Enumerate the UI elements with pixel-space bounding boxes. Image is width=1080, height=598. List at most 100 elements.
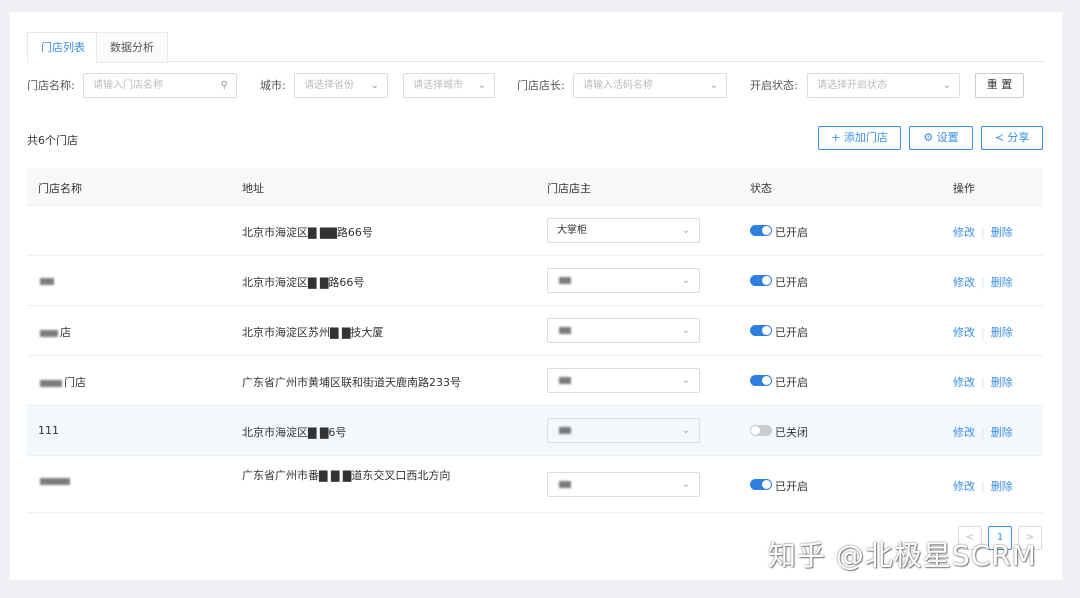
row-actions: 修改 | 删除 [953, 324, 1013, 340]
store-name: 店 [38, 324, 71, 340]
status-toggle[interactable] [750, 375, 772, 386]
owner-select[interactable]: ⌄ [547, 418, 700, 443]
settings-button[interactable]: ⚙ 设置 [909, 126, 973, 150]
owner-select[interactable]: ⌄ [547, 368, 700, 393]
store-name-input[interactable]: 请输入门店名称 ⚲ [83, 73, 237, 98]
divider: | [981, 226, 985, 239]
watermark: 知乎 @北极星SCRM [768, 539, 1037, 572]
tab-bar: 门店列表 数据分析 [27, 32, 1044, 63]
status-toggle[interactable] [750, 275, 772, 286]
col-name: 门店名称 [38, 182, 82, 195]
label: 设置 [936, 131, 959, 144]
status-toggle[interactable] [750, 479, 772, 490]
manager-label: 门店店长: [517, 79, 565, 92]
row-actions: 修改 | 删除 [953, 274, 1013, 290]
store-name: 门店 [38, 374, 86, 390]
chevron-down-icon: ⌄ [370, 80, 379, 91]
chevron-down-icon: ⌄ [942, 80, 951, 91]
delete-link[interactable]: 删除 [991, 276, 1013, 289]
owner-select[interactable]: 大掌柜 ⌄ [547, 218, 700, 243]
city-label: 城市: [260, 79, 286, 92]
chevron-down-icon: ⌄ [681, 275, 690, 286]
delete-link[interactable]: 删除 [991, 326, 1013, 339]
owner-select[interactable]: ⌄ [547, 268, 700, 293]
table-row: 北京市海淀区▇ ▇▇路66号 大掌柜 ⌄ 已开启 修改 | 删除 [27, 206, 1043, 256]
gear-icon: ⚙ [923, 131, 937, 144]
delete-link[interactable]: 删除 [991, 226, 1013, 239]
store-address: 北京市海淀区▇ ▇6号 [242, 426, 347, 439]
divider: | [981, 276, 985, 289]
edit-link[interactable]: 修改 [953, 376, 975, 389]
table-header: 门店名称 地址 门店店主 状态 操作 [27, 168, 1043, 206]
delete-link[interactable]: 删除 [991, 426, 1013, 439]
status-select[interactable]: 请选择开启状态 ⌄ [807, 73, 960, 98]
chevron-down-icon: ⌄ [681, 375, 690, 386]
edit-link[interactable]: 修改 [953, 326, 975, 339]
status-text: 已关闭 [775, 426, 808, 439]
store-address: 北京市海淀区▇ ▇▇路66号 [242, 226, 373, 239]
store-address: 北京市海淀区苏州▇ ▇技大厦 [242, 326, 384, 339]
chevron-down-icon: ⌄ [477, 80, 486, 91]
share-icon: ≺ [994, 131, 1008, 144]
edit-link[interactable]: 修改 [953, 276, 975, 289]
status-text: 已开启 [775, 276, 808, 289]
placeholder: 请输入活码名称 [583, 80, 653, 91]
divider: | [981, 426, 985, 439]
status-toggle[interactable] [750, 325, 772, 336]
row-actions: 修改 | 删除 [953, 374, 1013, 390]
placeholder: 请输入门店名称 [93, 80, 163, 91]
label: 添加门店 [843, 131, 888, 144]
label: 分享 [1007, 131, 1030, 144]
divider: | [981, 480, 985, 493]
table-row: 门店 广东省广州市黄埔区联和街道天鹿南路233号 ⌄ 已开启 修改 | 删除 [27, 356, 1043, 406]
placeholder: 请选择省份 [304, 80, 354, 91]
tab-data-analysis[interactable]: 数据分析 [96, 32, 168, 63]
province-select[interactable]: 请选择省份 ⌄ [294, 73, 388, 98]
status-text: 已开启 [775, 480, 808, 493]
status-toggle[interactable] [750, 425, 772, 436]
owner-select[interactable]: ⌄ [547, 318, 700, 343]
manager-select[interactable]: 请输入活码名称 ⌄ [573, 73, 727, 98]
table-row: 广东省广州市番▇ ▇ ▇道东交叉口西北方向 ⌄ 已开启 修改 | 删除 [27, 456, 1043, 513]
col-status: 状态 [750, 182, 772, 195]
store-name [38, 474, 72, 487]
plus-icon: + [831, 131, 844, 144]
col-address: 地址 [242, 182, 264, 195]
placeholder: 请选择城市 [413, 80, 463, 91]
store-name-text: 111 [38, 424, 59, 437]
divider: | [981, 376, 985, 389]
add-store-button[interactable]: + 添加门店 [818, 126, 901, 150]
chevron-down-icon: ⌄ [709, 80, 718, 91]
store-name-text: 门店 [64, 376, 86, 389]
row-actions: 修改 | 删除 [953, 478, 1013, 494]
status-label: 开启状态: [750, 79, 798, 92]
table-row: 店 北京市海淀区苏州▇ ▇技大厦 ⌄ 已开启 修改 | 删除 [27, 306, 1043, 356]
tab-store-list[interactable]: 门店列表 [27, 32, 99, 63]
chevron-down-icon: ⌄ [681, 425, 690, 436]
col-actions: 操作 [953, 182, 975, 195]
row-actions: 修改 | 删除 [953, 224, 1013, 240]
edit-link[interactable]: 修改 [953, 226, 975, 239]
store-table: 门店名称 地址 门店店主 状态 操作 北京市海淀区▇ ▇▇路66号 大掌柜 ⌄ 已… [27, 168, 1043, 513]
delete-link[interactable]: 删除 [991, 480, 1013, 493]
edit-link[interactable]: 修改 [953, 480, 975, 493]
store-address: 广东省广州市番▇ ▇ ▇道东交叉口西北方向 [242, 469, 451, 482]
search-icon: ⚲ [220, 80, 228, 91]
delete-link[interactable]: 删除 [991, 376, 1013, 389]
status-toggle[interactable] [750, 225, 772, 236]
reset-button[interactable]: 重 置 [975, 73, 1024, 98]
table-row: 111 北京市海淀区▇ ▇6号 ⌄ 已关闭 修改 | 删除 [27, 406, 1043, 456]
store-address: 北京市海淀区▇ ▇路66号 [242, 276, 365, 289]
status-text: 已开启 [775, 326, 808, 339]
edit-link[interactable]: 修改 [953, 426, 975, 439]
share-button[interactable]: ≺ 分享 [981, 126, 1043, 150]
chevron-down-icon: ⌄ [681, 479, 690, 490]
row-actions: 修改 | 删除 [953, 424, 1013, 440]
table-row: 北京市海淀区▇ ▇路66号 ⌄ 已开启 修改 | 删除 [27, 256, 1043, 306]
owner-select[interactable]: ⌄ [547, 472, 700, 497]
store-name: 111 [38, 424, 59, 437]
divider: | [981, 326, 985, 339]
city-select[interactable]: 请选择城市 ⌄ [403, 73, 495, 98]
status-text: 已开启 [775, 226, 808, 239]
store-address: 广东省广州市黄埔区联和街道天鹿南路233号 [242, 376, 461, 389]
